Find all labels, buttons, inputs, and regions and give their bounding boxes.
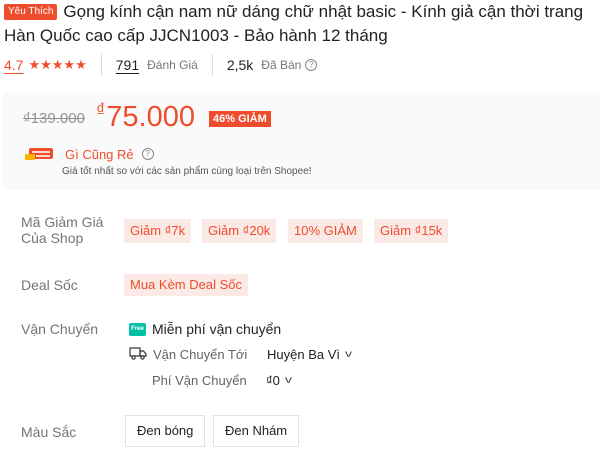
voucher-chip[interactable]: Giảm ₫7k [124, 219, 192, 243]
chevron-down-icon: v [284, 374, 292, 386]
free-shipping-icon: Free [129, 322, 146, 336]
free-shipping: Free Miễn phí vận chuyển [129, 320, 281, 338]
cheap-subtitle: Giá tốt nhất so với các sản phẩm cùng lo… [62, 166, 312, 177]
ship-fee-label: Phí Vận Chuyển [152, 372, 247, 388]
current-price-value: 75.000 [106, 101, 195, 133]
divider [100, 54, 102, 76]
price-panel: ₫139.000 ₫75.000 46% GIẢM Gì Cũng Rẻ ? G… [3, 92, 600, 190]
shipping-label: Vận Chuyển [21, 321, 99, 337]
currency-symbol: ₫ [96, 100, 106, 120]
ship-to-row: Vận Chuyển Tới Huyện Ba Vì v [129, 345, 352, 363]
voucher-chip[interactable]: Giảm ₫20k [202, 219, 277, 243]
color-label: Màu Sắc [21, 424, 77, 440]
voucher-chip[interactable]: 10% GIẢM [288, 219, 363, 243]
discount-badge: 46% GIẢM [209, 111, 271, 127]
review-count[interactable]: 791 [116, 57, 139, 73]
ship-to-selector[interactable]: Huyện Ba Vì v [267, 346, 352, 362]
question-circle-icon[interactable]: ? [141, 148, 154, 160]
truck-icon [129, 346, 147, 363]
cheap-logo-icon [23, 146, 57, 162]
ship-fee-selector[interactable]: ₫0 v [266, 372, 292, 388]
rating-value[interactable]: 4.7 [4, 57, 23, 73]
cheap-program[interactable]: Gì Cũng Rẻ ? [23, 144, 154, 164]
color-option[interactable]: Đen Nhám [213, 415, 300, 447]
product-title-block: Yêu Thích Gọng kính cận nam nữ dáng chữ n… [4, 0, 596, 48]
favorite-badge: Yêu Thích [4, 4, 58, 20]
product-title: Gọng kính cận nam nữ dáng chữ nhật basic… [4, 2, 584, 45]
original-price: ₫139.000 [23, 110, 85, 127]
ship-to-label: Vận Chuyển Tới [153, 346, 248, 362]
ship-fee-row: Phí Vận Chuyển ₫0 v [152, 371, 292, 389]
current-price: ₫75.000 [96, 100, 195, 134]
ship-to-value: Huyện Ba Vì [267, 346, 340, 362]
chevron-down-icon: v [345, 348, 352, 360]
review-label: Đánh Giá [147, 58, 198, 72]
color-option[interactable]: Đen bóng [125, 415, 206, 447]
rating-stars-icon: ★★★★★ [28, 57, 87, 72]
deal-tag[interactable]: Mua Kèm Deal Sốc [124, 274, 248, 296]
product-stats: 4.7 ★★★★★ 791 Đánh Giá 2,5k Đã Bán ? [4, 54, 318, 76]
cheap-title: Gì Cũng Rẻ [65, 146, 134, 162]
sold-count: 2,5k [226, 57, 254, 73]
voucher-label: Mã Giảm Giá Của Shop [21, 214, 104, 246]
ship-fee-value: ₫0 [266, 372, 280, 388]
sold-label: Đã Bán [261, 58, 302, 72]
divider [211, 54, 213, 76]
question-circle-icon[interactable]: ? [305, 59, 318, 71]
free-shipping-text: Miễn phí vận chuyển [152, 321, 282, 337]
voucher-chip[interactable]: Giảm ₫15k [374, 219, 449, 243]
deal-label: Deal Sốc [21, 277, 78, 293]
